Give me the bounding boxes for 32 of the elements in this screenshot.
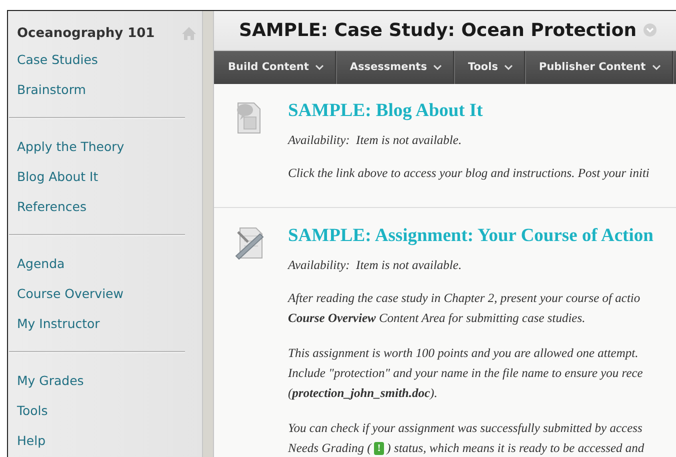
availability-text: Availability: Item is not available.: [288, 133, 463, 148]
availability-text: Availability: Item is not available.: [288, 258, 463, 273]
sidebar-link[interactable]: Help: [17, 433, 46, 449]
course-title[interactable]: Oceanography 101: [17, 26, 155, 40]
description-text: ) status, which means it is ready to be accessed and: [386, 440, 644, 457]
sidebar-link[interactable]: Agenda: [17, 256, 65, 272]
description-text: (protection_john_smith.doc).: [288, 385, 438, 402]
description-text: This assignment is worth 100 points and you are allowed one attempt.: [288, 345, 638, 362]
chevron-down-icon: [432, 64, 442, 70]
sidebar-link[interactable]: Case Studies: [17, 52, 98, 68]
page-title: SAMPLE: Case Study: Ocean Protection: [239, 20, 637, 41]
description-text: After reading the case study in Chapter 2, present your course of actio: [288, 290, 640, 307]
needs-grading-icon: !: [374, 442, 384, 454]
chevron-down-icon: [504, 64, 513, 70]
assignment-document-icon: [234, 226, 266, 261]
description-text: You can check if your assignment was successfully submitted by access: [288, 420, 642, 437]
description-text: Course Overview Content Area for submitting case studies.: [288, 310, 586, 327]
description-text: Click the link above to access your blog and instructions. Post your initi: [288, 165, 650, 182]
home-icon[interactable]: [181, 26, 197, 40]
sidebar-link[interactable]: Brainstorm: [17, 82, 86, 98]
chevron-down-icon: [314, 64, 324, 70]
description-text: Needs Grading (: [288, 440, 372, 457]
sidebar-link[interactable]: Course Overview: [17, 286, 124, 302]
description-text: Include "protection" and your name in the file name to ensure you rece: [288, 365, 643, 382]
sidebar-link[interactable]: My Instructor: [17, 316, 100, 332]
sidebar-link[interactable]: My Grades: [17, 373, 84, 389]
chevron-down-icon: [652, 64, 661, 70]
sidebar-link[interactable]: Tools: [17, 403, 48, 419]
sidebar-link[interactable]: References: [17, 199, 86, 215]
sidebar-link[interactable]: Apply the Theory: [17, 139, 124, 155]
dropdown-icon[interactable]: [642, 23, 657, 38]
sidebar-link[interactable]: Blog About It: [17, 169, 98, 185]
